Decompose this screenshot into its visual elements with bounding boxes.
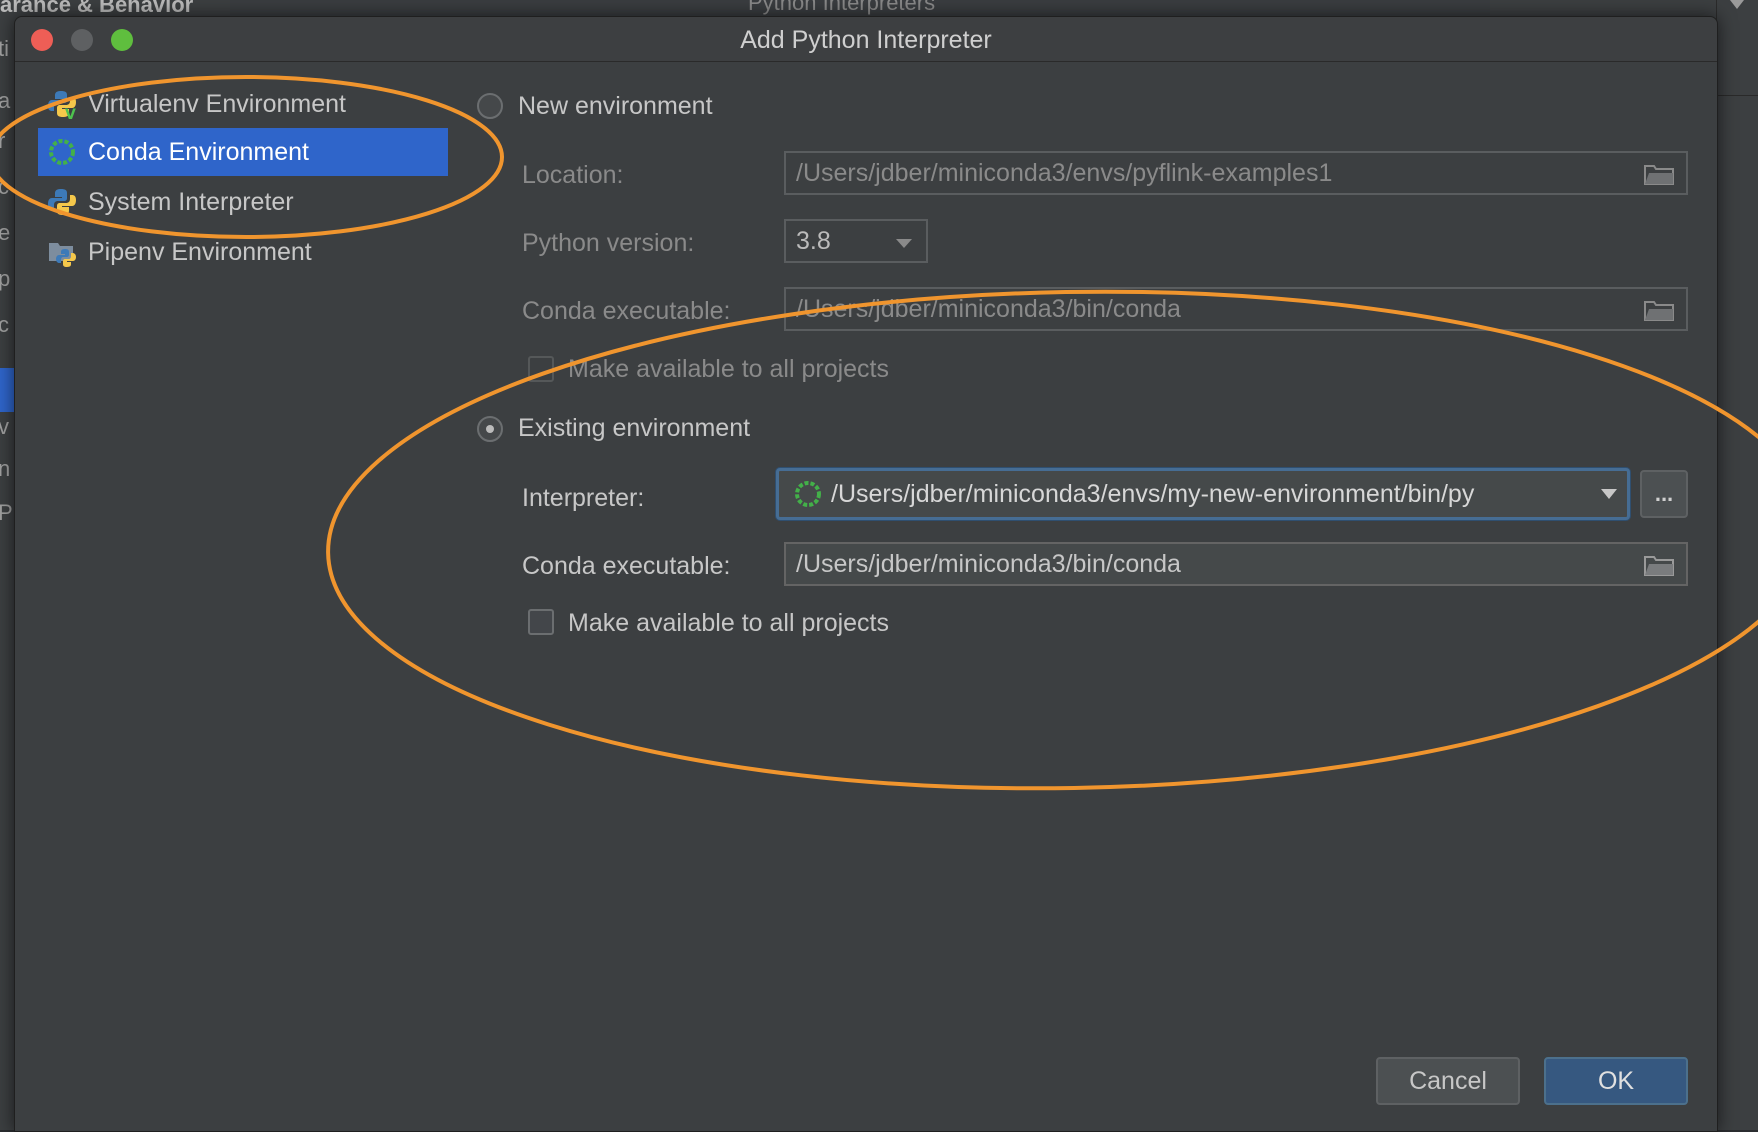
conda-icon [795, 481, 821, 507]
chevron-down-icon[interactable] [1730, 0, 1744, 9]
settings-window-title: Python Interpreters [748, 0, 936, 15]
folder-icon[interactable] [1644, 298, 1674, 322]
interpreter-select[interactable]: /Users/jdber/miniconda3/envs/my-new-envi… [776, 468, 1630, 520]
location-field[interactable]: /Users/jdber/miniconda3/envs/pyflink-exa… [784, 151, 1688, 195]
sidebar-item-label: System Interpreter [88, 187, 294, 216]
make-available-checkbox-existing[interactable] [528, 609, 554, 635]
new-environment-radio[interactable] [477, 93, 503, 119]
settings-right-panel [1716, 0, 1758, 1130]
settings-tree-fragment: ti a r c e p c h v n P [0, 30, 14, 550]
sidebar-item-label: Virtualenv Environment [88, 89, 347, 118]
python-version-select[interactable]: 3.8 [784, 219, 928, 263]
make-available-label-existing: Make available to all projects [568, 609, 889, 637]
conda-executable-value: /Users/jdber/miniconda3/bin/conda [796, 549, 1181, 578]
location-value: /Users/jdber/miniconda3/envs/pyflink-exa… [796, 158, 1333, 187]
settings-tree-fragment-text: v [0, 414, 9, 439]
svg-text:V: V [65, 107, 76, 119]
python-icon [46, 186, 78, 218]
pipenv-icon [46, 236, 78, 268]
sidebar-item-label: Pipenv Environment [88, 237, 312, 266]
python-version-value: 3.8 [796, 226, 831, 255]
sidebar-item-pipenv[interactable]: Pipenv Environment [38, 228, 448, 276]
folder-icon[interactable] [1644, 553, 1674, 577]
existing-environment-radio[interactable] [477, 416, 503, 442]
settings-tree-fragment-text: r [0, 128, 6, 153]
ok-button[interactable]: OK [1544, 1057, 1688, 1105]
conda-executable-label: Conda executable: [522, 297, 731, 325]
existing-environment-label: Existing environment [518, 414, 751, 442]
dialog-titlebar: Add Python Interpreter [15, 17, 1717, 62]
sidebar-item-virtualenv[interactable]: V Virtualenv Environment [38, 80, 448, 128]
settings-tree-fragment-text: e [0, 220, 11, 245]
conda-executable-field-existing[interactable]: /Users/jdber/miniconda3/bin/conda [784, 542, 1688, 586]
make-available-label-new: Make available to all projects [568, 355, 889, 383]
folder-icon[interactable] [1644, 162, 1674, 186]
virtualenv-icon: V [46, 88, 78, 120]
settings-tree-selection [0, 368, 14, 412]
python-version-label: Python version: [522, 229, 695, 257]
chevron-down-icon [896, 239, 912, 248]
settings-tree-fragment-text: c [0, 312, 9, 337]
sidebar-item-label: Conda Environment [88, 137, 309, 166]
chevron-down-icon [1601, 489, 1617, 499]
interpreter-label: Interpreter: [522, 484, 645, 512]
cancel-button[interactable]: Cancel [1376, 1057, 1520, 1105]
settings-tree-fragment-text: a [0, 88, 11, 113]
conda-executable-label: Conda executable: [522, 552, 731, 580]
browse-interpreter-button[interactable]: ... [1640, 470, 1688, 518]
conda-executable-field-new[interactable]: /Users/jdber/miniconda3/bin/conda [784, 287, 1688, 331]
interpreter-value: /Users/jdber/miniconda3/envs/my-new-envi… [831, 479, 1475, 508]
make-available-checkbox-new[interactable] [528, 356, 554, 382]
sidebar-item-conda[interactable]: Conda Environment [38, 128, 448, 176]
dialog-title: Add Python Interpreter [740, 26, 992, 54]
settings-tree-fragment-text: p [0, 266, 11, 291]
settings-tree-fragment-text: n [0, 456, 11, 481]
divider [1716, 95, 1758, 96]
conda-icon [46, 136, 78, 168]
location-label: Location: [522, 161, 624, 189]
sidebar-item-system-interpreter[interactable]: System Interpreter [38, 178, 448, 226]
settings-tree-fragment-text: ti [0, 36, 9, 61]
settings-tree-fragment-text: P [0, 500, 13, 525]
conda-executable-value: /Users/jdber/miniconda3/bin/conda [796, 294, 1181, 323]
new-environment-label: New environment [518, 92, 713, 120]
settings-tree-fragment-text: c [0, 174, 9, 199]
